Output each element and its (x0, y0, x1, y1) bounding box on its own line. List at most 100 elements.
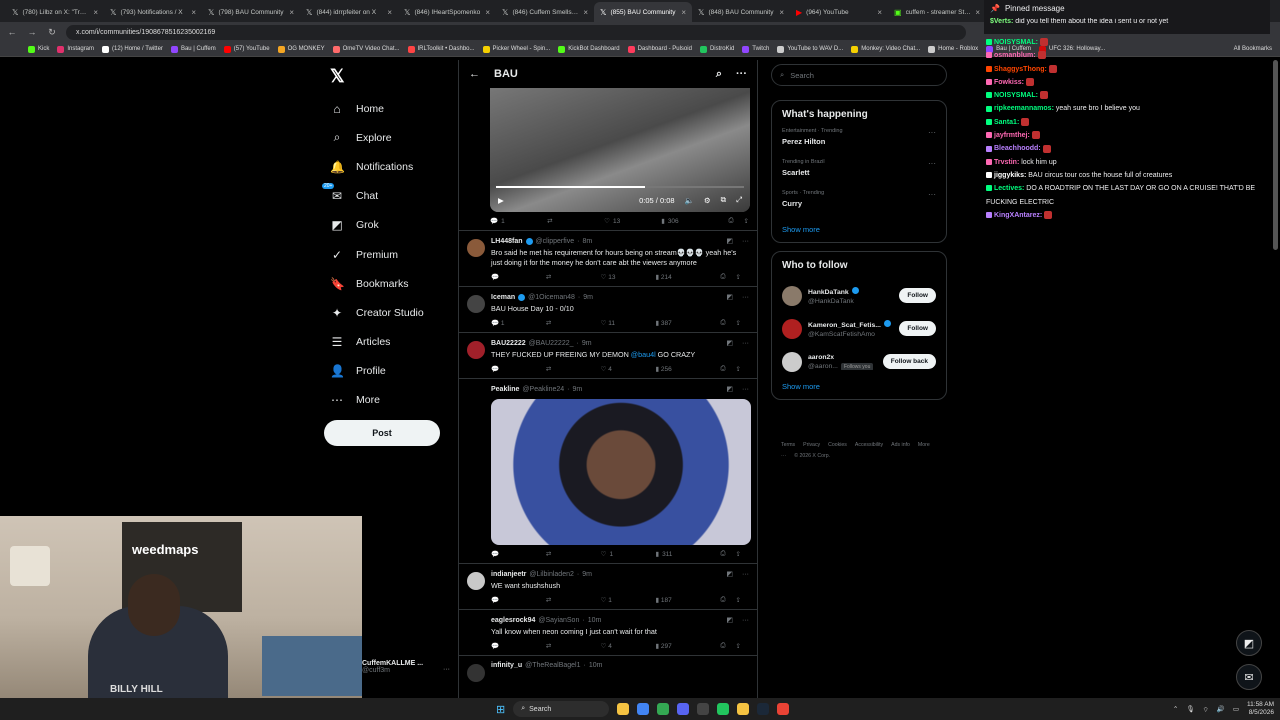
avatar[interactable] (782, 285, 802, 306)
close-icon[interactable]: × (681, 8, 686, 17)
repost-button[interactable]: ⇄ (546, 319, 601, 327)
like-button[interactable]: ♡ 11 (601, 319, 656, 327)
tweet-author[interactable]: BAU22222 (491, 340, 526, 347)
close-icon[interactable]: × (877, 8, 882, 17)
url-field[interactable]: x.com/i/communities/1908678516235002169 (66, 24, 966, 40)
tweet-handle[interactable]: @1Oiceman48 (528, 294, 575, 301)
share-icon[interactable]: ⇪ (736, 596, 741, 604)
nav-item-home[interactable]: ⌂ Home (324, 94, 454, 123)
chat-username[interactable]: Fowkiss: (994, 79, 1024, 86)
repost-button[interactable]: ⇄ (546, 642, 601, 650)
nav-item-premium[interactable]: ✓ Premium (324, 240, 454, 269)
avatar[interactable] (467, 664, 485, 682)
tweet[interactable]: indianjeetr @Lilbinladen2 · 9m ◩ ··· WE want s… (459, 563, 757, 609)
avatar[interactable] (782, 351, 802, 372)
share-icon[interactable]: ⇪ (744, 217, 749, 225)
account-switcher[interactable]: CuffemKALLME ... @cuff3m ··· (362, 660, 458, 674)
close-icon[interactable]: × (583, 8, 588, 17)
chat-username[interactable]: Santa1: (994, 119, 1019, 126)
search-icon[interactable]: ⌕ (716, 68, 722, 81)
repost-button[interactable]: ⇄ (546, 273, 601, 281)
clock[interactable]: 11:58 AM 8/5/2026 (1247, 701, 1274, 717)
repost-button[interactable]: ⇄ (547, 217, 604, 225)
follow-button[interactable]: Follow (899, 288, 936, 303)
avatar[interactable] (467, 618, 485, 636)
tweet[interactable]: eaglesrock94 @SayianSon · 10m ◩ ··· Yall know … (459, 609, 757, 655)
bookmark-item[interactable]: Kick (28, 45, 49, 53)
back-arrow-icon[interactable]: ← (469, 68, 480, 80)
chrome-icon[interactable] (777, 703, 790, 715)
avatar[interactable] (467, 572, 485, 590)
chevron-up-icon[interactable]: ⌃ (1173, 705, 1178, 713)
browser-tab[interactable]: ▣ cuffem - streamer Stats × (888, 2, 986, 22)
share-icon[interactable]: ⇪ (736, 550, 741, 558)
bookmark-item[interactable]: Picker Wheel - Spin... (482, 45, 550, 53)
steam-icon[interactable] (757, 703, 770, 715)
bookmark-icon[interactable]: ⎙ (720, 319, 725, 327)
bookmark-icon[interactable]: ⎙ (720, 596, 725, 604)
nav-item-grok[interactable]: ◩ Grok (324, 211, 454, 240)
views-count[interactable]: ▮ 306 (661, 217, 718, 226)
browser-tab[interactable]: 𝕏 (855) BAU Community × (594, 2, 692, 22)
more-icon[interactable]: ··· (742, 386, 749, 393)
grok-icon[interactable]: ◩ (726, 293, 733, 301)
video-player[interactable]: ▶ 0:05 / 0:08 🔈 ⚙ ⧉ ⤢ (490, 88, 750, 212)
bookmark-item[interactable]: DistroKid (699, 45, 734, 53)
repost-button[interactable]: ⇄ (546, 550, 601, 558)
volume-icon[interactable]: 🔈 (685, 196, 694, 205)
scrollbar[interactable] (1273, 60, 1278, 250)
more-icon[interactable]: ··· (742, 617, 749, 624)
bookmark-icon[interactable]: ⎙ (720, 273, 725, 281)
browser-tab[interactable]: 𝕏 (798) BAU Community × (202, 2, 300, 22)
nav-item-chat[interactable]: ✉ 20+ Chat (322, 182, 454, 211)
browser-tab[interactable]: 𝕏 (844) idrrpfeiter on X × (300, 2, 398, 22)
tweet-time[interactable]: 10m (588, 617, 602, 624)
like-button[interactable]: ♡ 13 (601, 273, 656, 281)
bookmark-item[interactable]: Dashboard - Pulsoid (627, 45, 692, 53)
fullscreen-icon[interactable]: ⤢ (736, 195, 742, 205)
taskbar-search[interactable]: ⌕ Search (513, 701, 610, 717)
close-icon[interactable]: × (485, 8, 490, 17)
bookmark-item[interactable]: Bau | Cuffem (170, 45, 216, 53)
follow-name[interactable]: aaron2x (808, 354, 877, 361)
x-logo-icon[interactable]: 𝕏 (324, 60, 454, 94)
views-count[interactable]: ▮ 214 (655, 273, 710, 281)
bookmark-item[interactable]: Instagram (57, 45, 94, 53)
chat-username[interactable]: Bleachhoodd: (994, 145, 1041, 152)
close-icon[interactable]: × (289, 8, 294, 17)
more-icon[interactable]: ··· (742, 294, 749, 301)
messages-float-icon[interactable]: ✉ (1236, 664, 1262, 690)
avatar[interactable] (782, 318, 802, 339)
file-explorer-icon[interactable] (617, 703, 630, 715)
tweet-time[interactable]: 9m (582, 340, 592, 347)
nav-item-more[interactable]: ⋯ More (324, 386, 454, 415)
bookmark-item[interactable]: Monkey: Video Chat... (851, 45, 920, 53)
reply-button[interactable]: 💬 (491, 273, 546, 281)
like-button[interactable]: ♡ 4 (601, 365, 656, 373)
chat-username[interactable]: Lectives: (994, 185, 1024, 192)
chat-username[interactable]: ripkeemannamos: (994, 105, 1054, 112)
share-icon[interactable]: ⇪ (736, 319, 741, 327)
follow-button[interactable]: Follow (899, 321, 936, 336)
share-icon[interactable]: ⇪ (736, 642, 741, 650)
tweet-author[interactable]: Iceman (491, 294, 515, 301)
search-input[interactable]: ⌕ Search (771, 64, 947, 86)
avatar[interactable] (467, 387, 485, 405)
footer-link[interactable]: Cookies (828, 442, 847, 448)
wifi-icon[interactable]: ⌔ (1203, 705, 1209, 714)
video-progress-bar[interactable] (496, 186, 744, 188)
tweet[interactable]: LH448fan @clipperfive · 8m ◩ ··· Bro said he m… (459, 230, 757, 286)
grok-icon[interactable]: ◩ (726, 237, 733, 245)
tweet-time[interactable]: 9m (582, 571, 592, 578)
tweet-author[interactable]: LH448fan (491, 238, 523, 245)
bookmark-icon[interactable]: ⎙ (720, 642, 725, 650)
reply-button[interactable]: 💬 (491, 550, 546, 558)
tweet[interactable]: Iceman @1Oiceman48 · 9m ◩ ··· BAU House Day 10… (459, 286, 757, 332)
windows-start-icon[interactable]: ⊞ (496, 703, 505, 716)
obs-icon[interactable] (697, 703, 710, 715)
browser-tab[interactable]: 𝕏 (848) BAU Community × (692, 2, 790, 22)
more-icon[interactable]: ··· (928, 128, 936, 137)
follow-name[interactable]: Kameron_Scat_Fetis... (808, 319, 893, 329)
more-icon[interactable]: ··· (742, 340, 749, 347)
post-button[interactable]: Post (324, 420, 440, 446)
